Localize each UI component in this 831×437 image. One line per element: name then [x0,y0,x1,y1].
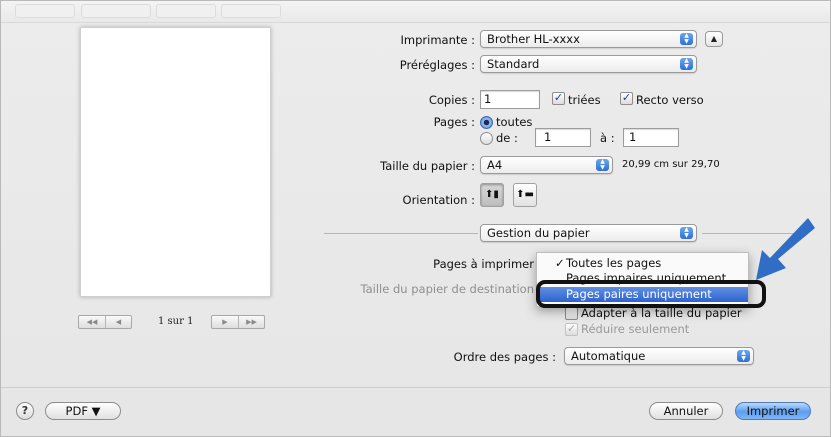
footer-separator [1,387,830,388]
duplex-checkbox[interactable]: ✓ [620,92,633,105]
pages-label: Pages : [433,115,475,129]
pages-to-print-label: Pages à imprimer [433,257,534,271]
help-button[interactable]: ? [16,402,34,420]
pages-from-label: de : [496,131,518,145]
pages-all-label: toutes [496,115,533,129]
paper-size-label: Taille du papier : [380,159,475,173]
landscape-icon: ⬆▬ [516,189,534,200]
next-page-icon[interactable]: ▶ [212,316,238,328]
preview-pager: ◀◀ ◀ 1 sur 1 ▶ ▶▶ [78,315,273,331]
separator-left [324,233,478,234]
destination-paper-label: Taille du papier de destination [360,282,535,296]
panel-popup[interactable]: Gestion du papier ▲ ▼ [480,224,697,242]
stepper-icon: ▲ ▼ [737,350,750,362]
page-counter: 1 sur 1 [158,316,194,327]
collated-checkbox[interactable]: ✓ [552,92,565,105]
paper-dimensions: 20,99 cm sur 29,70 [622,159,720,170]
pages-range-radio[interactable] [480,132,493,145]
stepper-icon: ▲ ▼ [680,33,693,45]
orientation-label: Orientation : [402,193,475,207]
duplex-label: Recto verso [636,93,704,107]
disclosure-up-button[interactable]: ▲ [705,31,723,47]
pages-to-label: à : [600,131,615,145]
menu-item-all-pages[interactable]: ✓ Toutes les pages [537,256,748,271]
printer-popup[interactable]: Brother HL-xxxx ▲ ▼ [480,30,697,48]
first-page-icon[interactable]: ◀◀ [79,316,105,328]
page-preview [80,27,271,297]
presets-popup[interactable]: Standard ▲ ▼ [480,55,697,73]
callout-arrow-icon [756,218,815,280]
prev-page-buttons[interactable]: ◀◀ ◀ [78,315,132,329]
page-order-label: Ordre des pages : [453,350,556,364]
checkmark-icon: ✓ [555,256,565,270]
page-order-value: Automatique [571,349,646,363]
paper-size-popup[interactable]: A4 ▲ ▼ [480,156,613,174]
cancel-button[interactable]: Annuler [649,402,723,420]
printer-value: Brother HL-xxxx [487,32,580,46]
stepper-icon: ▲ ▼ [680,58,693,70]
fit-paper-checkbox[interactable] [565,307,578,320]
panel-value: Gestion du papier [487,226,590,240]
prev-page-icon[interactable]: ◀ [105,316,131,328]
pages-from-field[interactable]: 1 [535,128,591,147]
printer-label: Imprimante : [400,33,475,47]
collated-label: triées [568,93,601,107]
pages-all-radio[interactable] [480,116,493,129]
fit-paper-label: Adapter à la taille du papier [581,306,742,320]
stepper-icon: ▲ ▼ [680,227,693,239]
presets-label: Préréglages : [399,58,475,72]
reduce-only-checkbox[interactable]: ✓ [565,323,578,336]
paper-size-value: A4 [487,158,503,172]
next-page-buttons[interactable]: ▶ ▶▶ [211,315,265,329]
reduce-only-label: Réduire seulement [581,322,690,336]
pdf-menu-button[interactable]: PDF ▼ [45,402,121,420]
callout-highlight-ring [536,280,766,308]
print-dialog: ◀◀ ◀ 1 sur 1 ▶ ▶▶ Imprimante : Brother HL-… [0,0,831,437]
portrait-icon: ⬆▮ [485,189,499,200]
stepper-icon: ▲ ▼ [596,159,609,171]
presets-value: Standard [487,57,540,71]
window-toolbar-strip [1,1,830,23]
landscape-orientation-button[interactable]: ⬆▬ [513,183,537,207]
print-button[interactable]: Imprimer [735,402,811,420]
copies-field[interactable]: 1 [480,90,540,109]
page-order-popup[interactable]: Automatique ▲ ▼ [564,347,754,365]
pages-to-field[interactable]: 1 [623,128,679,147]
portrait-orientation-button[interactable]: ⬆▮ [480,183,504,207]
copies-label: Copies : [428,93,475,107]
last-page-icon[interactable]: ▶▶ [238,316,264,328]
